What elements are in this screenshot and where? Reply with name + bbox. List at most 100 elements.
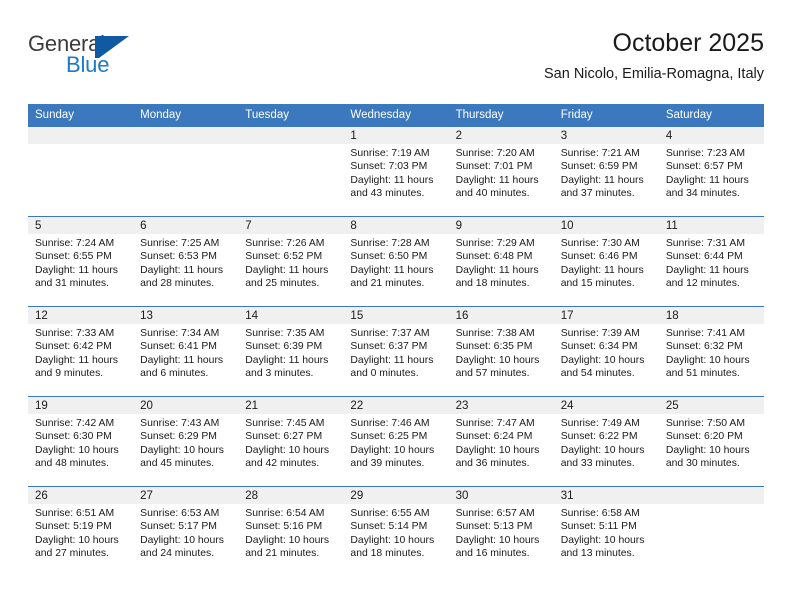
calendar-cell-empty <box>133 126 239 217</box>
daylight-text-line1: Daylight: 11 hours <box>245 354 329 366</box>
day-number: 4 <box>658 127 764 144</box>
calendar-day-cell[interactable]: 12 Sunrise: 7:33 AM Sunset: 6:42 PM Dayligh… <box>28 306 134 397</box>
calendar-day-cell[interactable]: 3 Sunrise: 7:21 AM Sunset: 6:59 PM Daylight… <box>553 126 659 217</box>
weekday-header-tuesday: Tuesday <box>238 104 344 127</box>
sunrise-text: Sunrise: 6:51 AM <box>35 508 115 519</box>
day-number: 12 <box>28 307 134 324</box>
daylight-text-line2: and 34 minutes. <box>665 188 740 200</box>
day-number: 24 <box>553 397 659 414</box>
sunrise-text: Sunrise: 7:45 AM <box>245 418 325 429</box>
calendar-day-cell[interactable]: 2 Sunrise: 7:20 AM Sunset: 7:01 PM Daylight… <box>448 126 554 217</box>
calendar-day-cell[interactable]: 23 Sunrise: 7:47 AM Sunset: 6:24 PM Dayligh… <box>448 396 554 487</box>
calendar-day-cell[interactable]: 5 Sunrise: 7:24 AM Sunset: 6:55 PM Daylight… <box>28 216 134 307</box>
day-number: 5 <box>28 217 134 234</box>
day-number: 19 <box>28 397 134 414</box>
sunrise-text: Sunrise: 7:30 AM <box>560 238 640 249</box>
sunset-text: Sunset: 6:37 PM <box>350 341 428 353</box>
daylight-text-line2: and 51 minutes. <box>665 368 740 380</box>
daylight-text-line2: and 18 minutes. <box>455 278 530 290</box>
daylight-text-line1: Daylight: 10 hours <box>350 534 435 546</box>
weekday-header-monday: Monday <box>133 104 239 127</box>
day-number: 25 <box>658 397 764 414</box>
calendar-body: 1 Sunrise: 7:19 AM Sunset: 7:03 PM Daylight… <box>28 126 764 577</box>
day-details: Sunrise: 7:43 AM Sunset: 6:29 PM Daylight:… <box>133 414 238 471</box>
calendar-day-cell[interactable]: 18 Sunrise: 7:41 AM Sunset: 6:32 PM Dayligh… <box>658 306 764 397</box>
daylight-text-line2: and 57 minutes. <box>455 368 530 380</box>
day-details: Sunrise: 7:49 AM Sunset: 6:22 PM Daylight:… <box>554 414 659 471</box>
day-number: 7 <box>238 217 344 234</box>
sunset-text: Sunset: 6:25 PM <box>350 431 428 443</box>
calendar-day-cell[interactable]: 13 Sunrise: 7:34 AM Sunset: 6:41 PM Dayligh… <box>133 306 239 397</box>
calendar-day-cell[interactable]: 27 Sunrise: 6:53 AM Sunset: 5:17 PM Dayligh… <box>133 486 239 577</box>
day-details: Sunrise: 7:46 AM Sunset: 6:25 PM Daylight:… <box>343 414 448 471</box>
calendar-day-cell[interactable]: 8 Sunrise: 7:28 AM Sunset: 6:50 PM Daylight… <box>343 216 449 307</box>
sunrise-text: Sunrise: 7:37 AM <box>350 328 430 339</box>
daylight-text-line2: and 27 minutes. <box>35 548 109 560</box>
calendar-day-cell[interactable]: 22 Sunrise: 7:46 AM Sunset: 6:25 PM Dayligh… <box>343 396 449 487</box>
calendar-day-cell[interactable]: 24 Sunrise: 7:49 AM Sunset: 6:22 PM Dayligh… <box>553 396 659 487</box>
day-number <box>28 127 134 144</box>
calendar-day-cell[interactable]: 25 Sunrise: 7:50 AM Sunset: 6:20 PM Dayligh… <box>658 396 764 487</box>
daylight-text-line1: Daylight: 10 hours <box>35 534 119 546</box>
calendar-day-cell[interactable]: 11 Sunrise: 7:31 AM Sunset: 6:44 PM Dayligh… <box>658 216 764 307</box>
day-number: 10 <box>553 217 659 234</box>
day-details: Sunrise: 6:57 AM Sunset: 5:13 PM Daylight:… <box>449 504 554 561</box>
daylight-text-line1: Daylight: 11 hours <box>35 354 118 366</box>
calendar-day-cell[interactable]: 1 Sunrise: 7:19 AM Sunset: 7:03 PM Daylight… <box>343 126 449 217</box>
day-details: Sunrise: 7:26 AM Sunset: 6:52 PM Daylight:… <box>238 234 343 291</box>
sunrise-text: Sunrise: 7:38 AM <box>455 328 535 339</box>
day-details: Sunrise: 7:50 AM Sunset: 6:20 PM Daylight:… <box>659 414 764 471</box>
calendar-cell-empty <box>28 126 134 217</box>
calendar-day-cell[interactable]: 9 Sunrise: 7:29 AM Sunset: 6:48 PM Daylight… <box>448 216 554 307</box>
daylight-text-line2: and 48 minutes. <box>35 458 109 470</box>
calendar-day-cell[interactable]: 7 Sunrise: 7:26 AM Sunset: 6:52 PM Daylight… <box>238 216 344 307</box>
calendar-day-cell[interactable]: 30 Sunrise: 6:57 AM Sunset: 5:13 PM Dayligh… <box>448 486 554 577</box>
calendar-day-cell[interactable]: 14 Sunrise: 7:35 AM Sunset: 6:39 PM Dayligh… <box>238 306 344 397</box>
daylight-text-line2: and 42 minutes. <box>245 458 320 470</box>
calendar-day-cell[interactable]: 21 Sunrise: 7:45 AM Sunset: 6:27 PM Dayligh… <box>238 396 344 487</box>
calendar-day-cell[interactable]: 29 Sunrise: 6:55 AM Sunset: 5:14 PM Dayligh… <box>343 486 449 577</box>
sunset-text: Sunset: 6:57 PM <box>665 161 743 173</box>
calendar-day-cell[interactable]: 15 Sunrise: 7:37 AM Sunset: 6:37 PM Dayligh… <box>343 306 449 397</box>
triangle-flag-icon <box>95 36 129 58</box>
sunset-text: Sunset: 6:32 PM <box>665 341 743 353</box>
sunset-text: Sunset: 6:35 PM <box>455 341 533 353</box>
sunrise-text: Sunrise: 7:39 AM <box>560 328 640 339</box>
day-number <box>238 127 344 144</box>
calendar-day-cell[interactable]: 4 Sunrise: 7:23 AM Sunset: 6:57 PM Daylight… <box>658 126 764 217</box>
sunrise-text: Sunrise: 7:43 AM <box>140 418 220 429</box>
daylight-text-line1: Daylight: 10 hours <box>455 534 540 546</box>
daylight-text-line2: and 43 minutes. <box>350 188 425 200</box>
calendar-day-cell[interactable]: 10 Sunrise: 7:30 AM Sunset: 6:46 PM Dayligh… <box>553 216 659 307</box>
daylight-text-line1: Daylight: 11 hours <box>665 174 749 186</box>
daylight-text-line2: and 28 minutes. <box>140 278 215 290</box>
daylight-text-line1: Daylight: 11 hours <box>455 264 539 276</box>
sunrise-text: Sunrise: 7:19 AM <box>350 148 430 159</box>
daylight-text-line2: and 18 minutes. <box>350 548 425 560</box>
calendar-day-cell[interactable]: 20 Sunrise: 7:43 AM Sunset: 6:29 PM Dayligh… <box>133 396 239 487</box>
sunrise-text: Sunrise: 7:35 AM <box>245 328 325 339</box>
calendar-cell-empty <box>658 486 764 577</box>
calendar-day-cell[interactable]: 16 Sunrise: 7:38 AM Sunset: 6:35 PM Dayligh… <box>448 306 554 397</box>
calendar-day-cell[interactable]: 17 Sunrise: 7:39 AM Sunset: 6:34 PM Dayligh… <box>553 306 659 397</box>
daylight-text-line2: and 33 minutes. <box>560 458 635 470</box>
calendar-cell-empty <box>238 126 344 217</box>
sunrise-text: Sunrise: 6:54 AM <box>245 508 325 519</box>
calendar-week-row: 5 Sunrise: 7:24 AM Sunset: 6:55 PM Daylight… <box>28 216 764 307</box>
sunset-text: Sunset: 5:13 PM <box>455 521 533 533</box>
sunset-text: Sunset: 6:22 PM <box>560 431 638 443</box>
daylight-text-line1: Daylight: 11 hours <box>350 174 434 186</box>
day-number: 8 <box>343 217 449 234</box>
daylight-text-line1: Daylight: 11 hours <box>665 264 749 276</box>
daylight-text-line2: and 45 minutes. <box>140 458 215 470</box>
calendar-day-cell[interactable]: 31 Sunrise: 6:58 AM Sunset: 5:11 PM Dayligh… <box>553 486 659 577</box>
calendar-day-cell[interactable]: 19 Sunrise: 7:42 AM Sunset: 6:30 PM Dayligh… <box>28 396 134 487</box>
calendar-day-cell[interactable]: 28 Sunrise: 6:54 AM Sunset: 5:16 PM Dayligh… <box>238 486 344 577</box>
day-details: Sunrise: 6:55 AM Sunset: 5:14 PM Daylight:… <box>343 504 448 561</box>
daylight-text-line1: Daylight: 11 hours <box>350 264 434 276</box>
day-number: 27 <box>133 487 239 504</box>
sunrise-text: Sunrise: 7:21 AM <box>560 148 640 159</box>
daylight-text-line1: Daylight: 10 hours <box>665 354 750 366</box>
calendar-day-cell[interactable]: 6 Sunrise: 7:25 AM Sunset: 6:53 PM Daylight… <box>133 216 239 307</box>
calendar-day-cell[interactable]: 26 Sunrise: 6:51 AM Sunset: 5:19 PM Dayligh… <box>28 486 134 577</box>
